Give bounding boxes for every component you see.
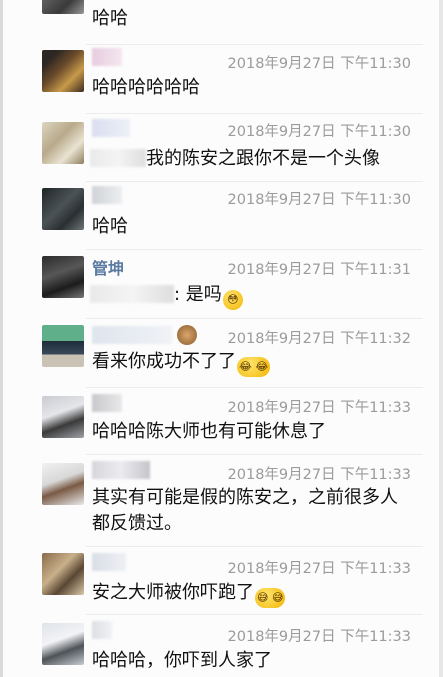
chat-message-3: 2018年9月27日 下午11:30 哈哈 [0,182,443,250]
chat-message-8: 2018年9月27日 下午11:33 安之大师被你吓跑了 😅 😅 [0,547,443,615]
message-timestamp: 2018年9月27日 下午11:32 [227,331,411,347]
avatar[interactable] [42,623,84,665]
message-timestamp: 2018年9月27日 下午11:33 [227,400,411,416]
tears-of-joy-emoji: 😂 😂 [237,357,271,377]
chat-message-0: 哈哈 [0,0,443,46]
sender-name[interactable] [92,119,130,137]
chat-message-5: 2018年9月27日 下午11:32 看来你成功不了了 😂 😂 [0,319,443,387]
avatar[interactable] [42,0,84,14]
sender-name[interactable] [92,621,112,639]
avatar[interactable] [42,122,84,164]
message-text-row: 看来你成功不了了 😂 😂 [92,349,413,377]
message-timestamp: 2018年9月27日 下午11:30 [227,56,411,72]
message-divider [86,44,423,45]
sender-name[interactable] [92,186,122,204]
sender-name[interactable]: 管坤 [92,255,124,279]
chat-message-4: 管坤 2018年9月27日 下午11:31 : 是吗 😳 [0,250,443,318]
sender-name[interactable] [92,394,122,412]
message-text: 哈哈哈陈大师也有可能休息了 [92,421,326,442]
obscured-text [90,149,146,167]
avatar[interactable] [42,325,84,367]
sweat-smile-emoji: 😅 😅 [255,588,286,608]
message-timestamp: 2018年9月27日 下午11:30 [227,192,411,208]
horse-face-icon [177,325,197,345]
avatar[interactable] [42,188,84,230]
sender-name[interactable] [92,326,172,344]
message-text: 哈哈 [92,216,128,237]
avatar[interactable] [42,50,84,92]
sender-name[interactable] [92,553,126,571]
avatar[interactable] [42,256,84,298]
message-timestamp: 2018年9月27日 下午11:33 [227,629,411,645]
chat-message-7: 2018年9月27日 下午11:33 其实有可能是假的陈安之，之前很多人都反馈过… [0,455,443,547]
sender-name[interactable] [92,461,150,479]
flushed-face-emoji: 😳 [222,290,243,310]
sender-name[interactable] [92,48,122,66]
message-timestamp: 2018年9月27日 下午11:33 [227,561,411,577]
message-timestamp: 2018年9月27日 下午11:31 [227,262,411,278]
message-text: 看来你成功不了了 [92,351,236,372]
chat-message-1: 2018年9月27日 下午11:30 哈哈哈哈哈哈 [0,46,443,114]
chat-message-2: 2018年9月27日 下午11:30 我的陈安之跟你不是一个头像 [0,114,443,182]
avatar[interactable] [42,463,84,505]
message-text-row: : 是吗 😳 [90,282,413,310]
message-text: 哈哈哈，你吓到人家了 [92,650,272,671]
avatar[interactable] [42,396,84,438]
message-text-row: 安之大师被你吓跑了 😅 😅 [92,580,413,608]
message-text: 其实有可能是假的陈安之，之前很多人都反馈过。 [92,487,398,534]
message-text-row: 我的陈安之跟你不是一个头像 [90,146,413,172]
chat-message-6: 2018年9月27日 下午11:33 哈哈哈陈大师也有可能休息了 [0,388,443,454]
message-text: 我的陈安之跟你不是一个头像 [146,148,380,169]
chat-history-window: 哈哈 2018年9月27日 下午11:30 哈哈哈哈哈哈 2018年9月27日 … [0,0,443,677]
message-text: 安之大师被你吓跑了 [92,582,254,603]
message-text: 哈哈哈哈哈哈 [92,77,200,98]
chat-message-9: 2018年9月27日 下午11:33 哈哈哈，你吓到人家了 [0,615,443,677]
message-timestamp: 2018年9月27日 下午11:33 [227,467,411,483]
message-timestamp: 2018年9月27日 下午11:30 [227,124,411,140]
obscured-text [90,285,174,303]
message-text: 哈哈 [92,8,128,29]
message-text: : 是吗 [174,284,222,305]
avatar[interactable] [42,553,84,595]
